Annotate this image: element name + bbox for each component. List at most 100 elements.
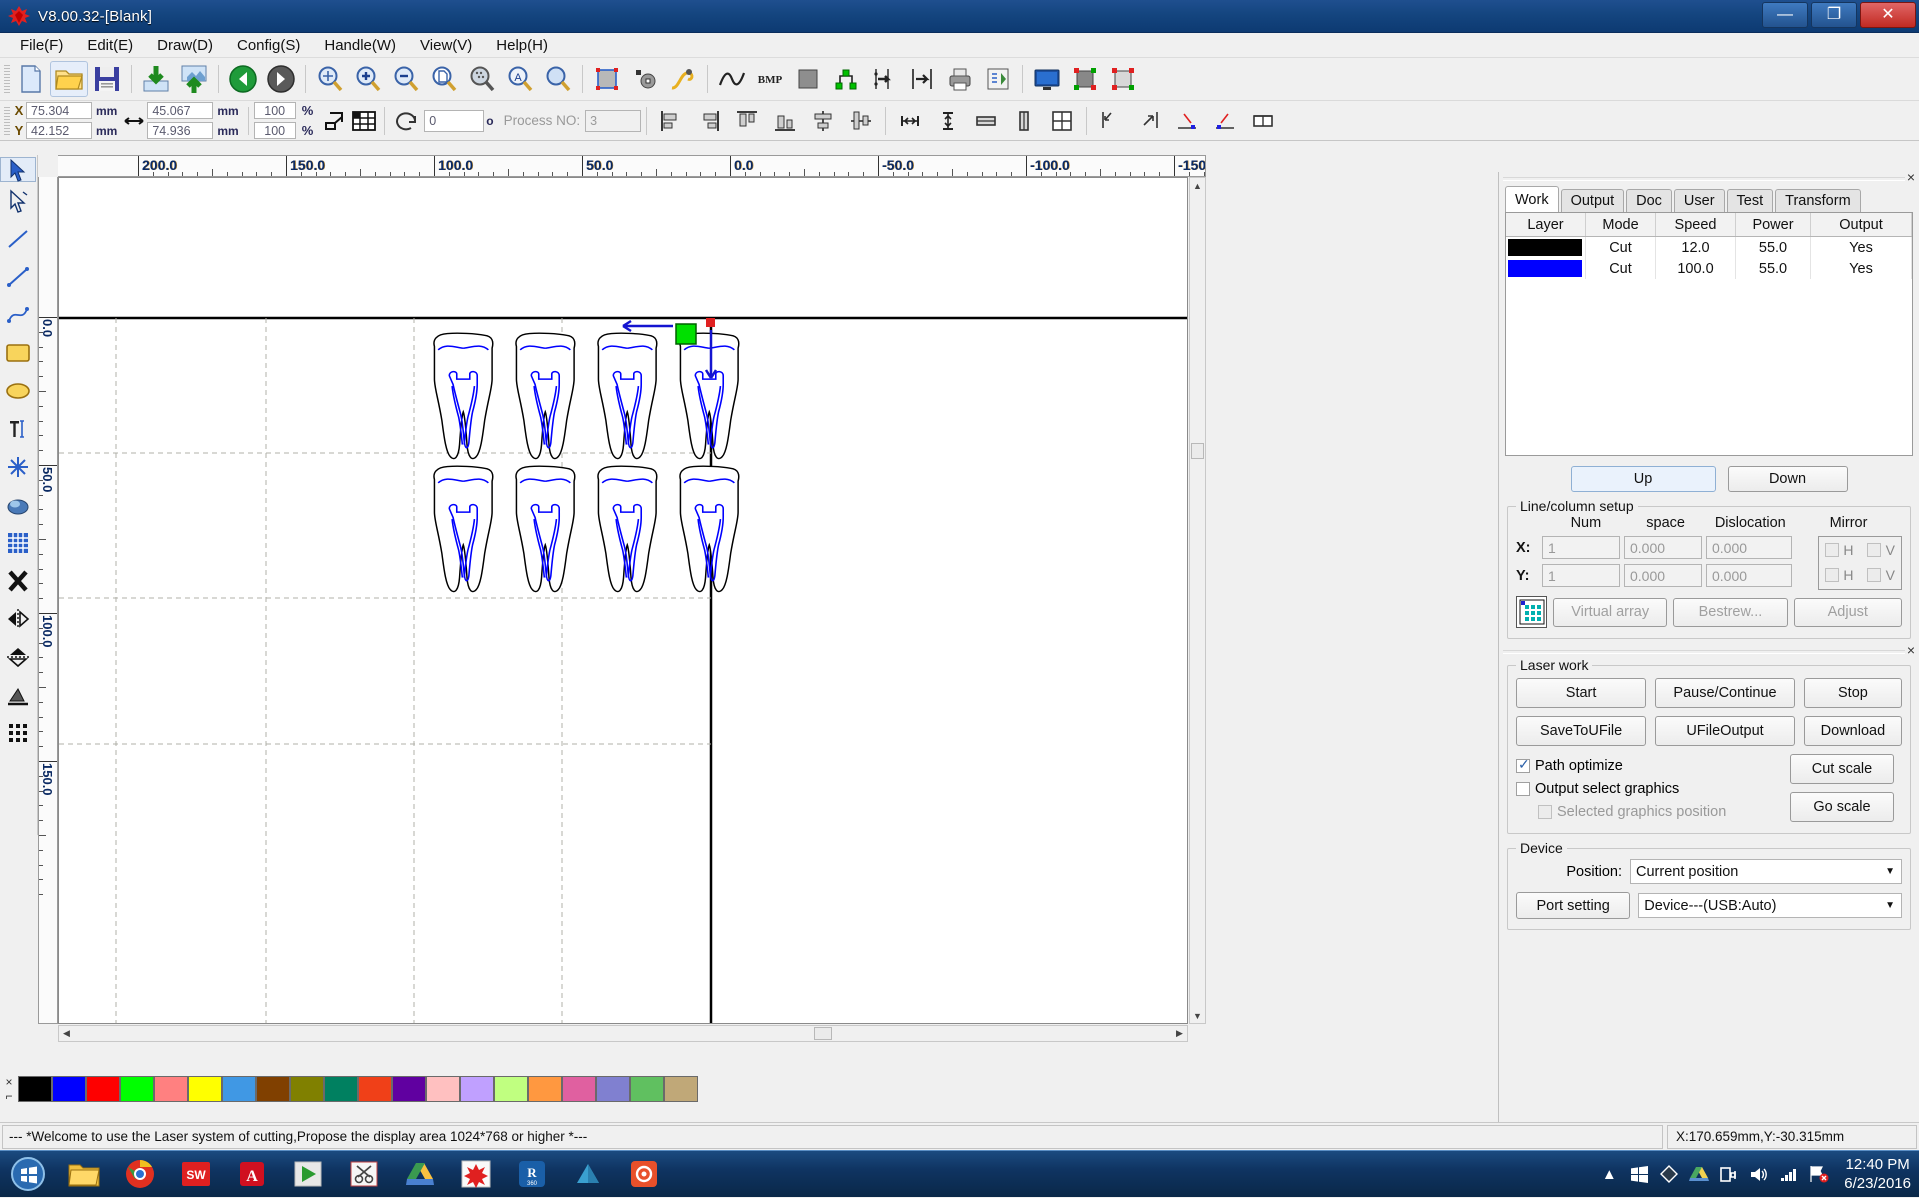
windows-start-icon[interactable] (0, 1152, 56, 1196)
palette-swatch[interactable] (528, 1075, 562, 1102)
zoom-selected-icon[interactable] (463, 61, 501, 97)
cut-optimize-tool[interactable] (0, 448, 36, 486)
menu-view[interactable]: View(V) (408, 35, 484, 56)
vertical-scroll-thumb[interactable] (1191, 443, 1204, 459)
align-center-v-icon[interactable] (842, 103, 880, 139)
palette-swatch[interactable] (154, 1075, 188, 1102)
media-player-icon[interactable] (280, 1152, 336, 1196)
drawing-canvas[interactable] (59, 178, 1188, 1023)
zoom-all-icon[interactable]: A (501, 61, 539, 97)
display-icon[interactable] (1028, 61, 1066, 97)
text-tool[interactable] (0, 410, 36, 448)
rectangle-tool[interactable] (0, 334, 36, 372)
photo-icon[interactable] (616, 1152, 672, 1196)
mirror-x-v-checkbox[interactable] (1867, 543, 1882, 557)
close-button[interactable]: ✕ (1860, 2, 1916, 28)
start-button[interactable]: Start (1516, 678, 1647, 708)
same-width-icon[interactable] (967, 103, 1005, 139)
layer-color-swatch[interactable] (1506, 237, 1586, 258)
position-select[interactable]: Current position ▼ (1630, 859, 1902, 884)
rotate-angle-input[interactable]: 0 (424, 109, 485, 132)
maximize-button[interactable]: ❐ (1811, 2, 1857, 28)
dot-matrix-tool[interactable] (0, 714, 36, 752)
undo-icon[interactable] (224, 61, 262, 97)
menu-file[interactable]: File(F) (8, 35, 75, 56)
palette-swatch[interactable] (86, 1075, 120, 1102)
r360-icon[interactable]: R 360 (504, 1152, 560, 1196)
menu-edit[interactable]: Edit(E) (75, 35, 145, 56)
show-hidden-icon[interactable]: ▲ (1594, 1166, 1624, 1183)
palette-swatch[interactable] (52, 1075, 86, 1102)
cut-scale-button[interactable]: Cut scale (1790, 754, 1894, 784)
toolbar-grip[interactable] (4, 65, 10, 93)
up-button[interactable]: Up (1570, 466, 1716, 492)
scroll-right-arrow[interactable]: ▶ (1172, 1026, 1187, 1041)
zoom-window-icon[interactable] (539, 61, 577, 97)
array-icon[interactable] (827, 61, 865, 97)
menu-handle[interactable]: Handle(W) (312, 35, 408, 56)
download-button[interactable]: Download (1803, 716, 1902, 746)
tab-test[interactable]: Test (1726, 189, 1774, 212)
scale-y-input[interactable]: 100 (253, 122, 296, 139)
curve-smooth-icon[interactable] (664, 61, 702, 97)
palette-close-button[interactable]: × (0, 1075, 18, 1089)
battery-icon[interactable] (1714, 1166, 1744, 1183)
horizontal-ruler[interactable]: 200.0 150.0 100.0 50.0 0.0 -50.0 -100.0 -150.0 (58, 155, 1206, 177)
output-select-graphics-checkbox[interactable] (1516, 781, 1530, 796)
bezier-tool[interactable] (0, 296, 36, 334)
table-row[interactable]: Cut 12.0 55.0 Yes (1506, 237, 1912, 258)
adjust-button[interactable]: Adjust (1793, 597, 1903, 627)
x-space-input[interactable]: 0.000 (1624, 536, 1702, 559)
tooth-outline[interactable] (515, 465, 576, 593)
tooth-outline[interactable] (679, 332, 740, 460)
palette-swatch[interactable] (664, 1075, 698, 1102)
scale-x-input[interactable]: 100 (253, 102, 296, 119)
export-icon[interactable] (175, 61, 213, 97)
palette-grip[interactable]: ⌐ (0, 1089, 18, 1103)
palette-swatch[interactable] (596, 1075, 630, 1102)
propbar-grip[interactable] (4, 106, 10, 135)
tab-output[interactable]: Output (1560, 189, 1625, 212)
action-center-icon[interactable] (1804, 1165, 1834, 1183)
port-setting-button[interactable]: Port setting (1516, 892, 1631, 919)
offset-icon[interactable] (865, 61, 903, 97)
zoom-pan-icon[interactable] (311, 61, 349, 97)
distribute-icon[interactable] (903, 61, 941, 97)
palette-swatch[interactable] (460, 1075, 494, 1102)
tab-work[interactable]: Work (1505, 186, 1559, 212)
palette-swatch[interactable] (256, 1075, 290, 1102)
palette-swatch[interactable] (188, 1075, 222, 1102)
x-position-input[interactable]: 75.304 (26, 102, 92, 119)
stop-button[interactable]: Stop (1803, 678, 1902, 708)
layer-table[interactable]: Layer Mode Speed Power Output Cut 12.0 5… (1505, 212, 1913, 456)
curve-icon[interactable] (713, 61, 751, 97)
diamond-icon[interactable] (1654, 1165, 1684, 1183)
tab-transform[interactable]: Transform (1775, 189, 1861, 212)
palette-swatch[interactable] (120, 1075, 154, 1102)
node-edit-icon[interactable] (626, 61, 664, 97)
tooth-outline[interactable] (433, 465, 494, 593)
horizontal-scrollbar[interactable]: ◀ ▶ (58, 1025, 1188, 1042)
align-bottom-icon[interactable] (766, 103, 804, 139)
lock-aspect-icon[interactable] (319, 106, 349, 136)
layer-color-swatch[interactable] (1506, 258, 1586, 279)
palette-swatch[interactable] (290, 1075, 324, 1102)
rotate-icon[interactable] (390, 104, 424, 138)
ufile-output-button[interactable]: UFileOutput (1655, 716, 1795, 746)
dock-grip[interactable] (1503, 177, 1905, 181)
mirror-y-h-checkbox[interactable] (1825, 568, 1840, 582)
width-input[interactable]: 45.067 (147, 102, 214, 119)
tooth-outline[interactable] (597, 332, 658, 460)
tab-user[interactable]: User (1673, 189, 1725, 212)
mirror-x-h-checkbox[interactable] (1825, 543, 1840, 557)
virtual-array-button[interactable]: Virtual array (1553, 597, 1668, 627)
palette-swatch[interactable] (630, 1075, 664, 1102)
align-left-icon[interactable] (652, 103, 690, 139)
mirror-horizontal-tool[interactable] (0, 600, 36, 638)
google-drive-icon[interactable] (392, 1152, 448, 1196)
palette-swatch[interactable] (426, 1075, 460, 1102)
scroll-left-arrow[interactable]: ◀ (59, 1026, 74, 1041)
process-no-input[interactable]: 3 (585, 109, 642, 132)
palette-swatch[interactable] (358, 1075, 392, 1102)
color-mark-icon[interactable] (1066, 61, 1104, 97)
